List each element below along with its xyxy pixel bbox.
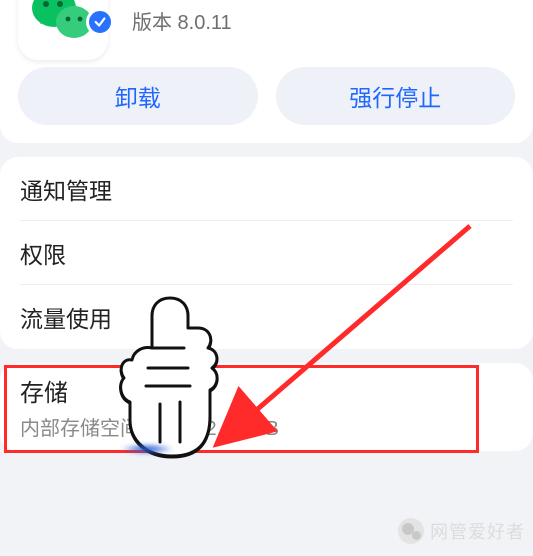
storage-title: 存储 <box>20 373 513 408</box>
row-notifications[interactable]: 通知管理 <box>20 157 513 221</box>
storage-card[interactable]: 存储 内部存储空间已使用 2.67 GB <box>0 363 533 451</box>
settings-card: 通知管理 权限 流量使用 <box>0 157 533 349</box>
wechat-watermark-icon <box>398 518 424 544</box>
watermark: 网管爱好者 <box>398 518 525 544</box>
wechat-icon <box>30 0 94 44</box>
row-data-usage[interactable]: 流量使用 <box>20 285 513 349</box>
app-header-card: 版本 8.0.11 卸载 强行停止 <box>0 0 533 143</box>
row-label: 流量使用 <box>20 300 513 334</box>
row-label: 通知管理 <box>20 172 513 206</box>
storage-subtitle: 内部存储空间已使用 2.67 GB <box>20 412 513 441</box>
app-icon <box>18 0 108 30</box>
force-stop-button[interactable]: 强行停止 <box>276 67 516 125</box>
action-button-row: 卸载 强行停止 <box>18 67 515 125</box>
verified-badge-icon <box>86 8 114 36</box>
app-version: 版本 8.0.11 <box>132 6 232 35</box>
watermark-text: 网管爱好者 <box>430 518 525 544</box>
uninstall-button[interactable]: 卸载 <box>18 67 258 125</box>
row-label: 权限 <box>20 236 513 270</box>
row-permissions[interactable]: 权限 <box>20 221 513 285</box>
